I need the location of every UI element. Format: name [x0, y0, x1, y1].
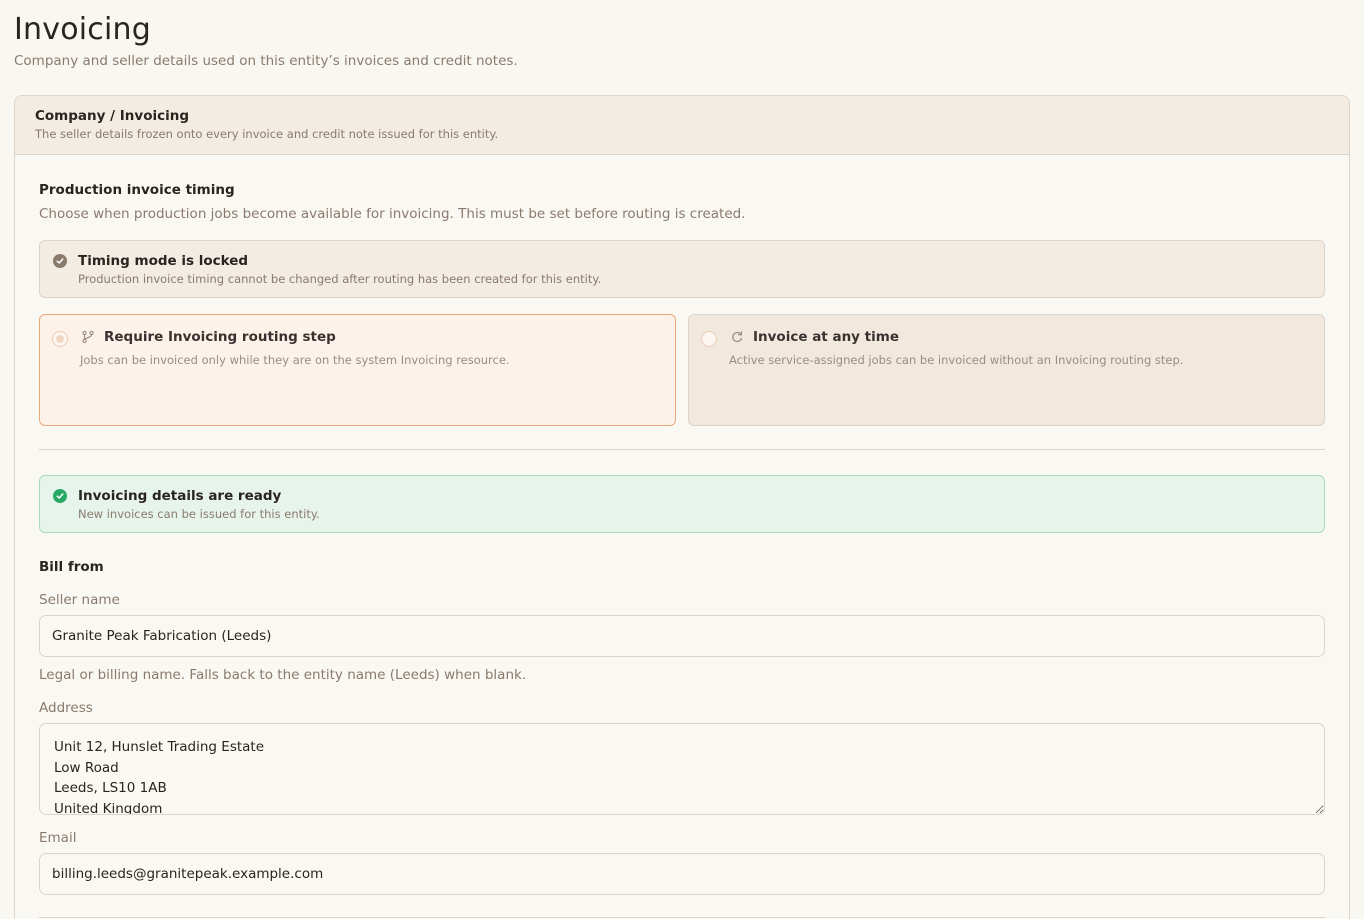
section-divider: [39, 449, 1325, 450]
page-subtitle: Company and seller details used on this …: [14, 53, 518, 69]
branch-icon: [81, 329, 95, 344]
locked-notice-text: Production invoice timing cannot be chan…: [78, 272, 602, 286]
option-invoice-any-time[interactable]: Invoice at any time Active service-assig…: [688, 314, 1325, 426]
page-title: Invoicing: [14, 12, 151, 47]
ready-notice-text: New invoices can be issued for this enti…: [78, 507, 320, 521]
option-title: Require Invoicing routing step: [104, 329, 336, 345]
address-textarea[interactable]: Unit 12, Hunslet Trading Estate Low Road…: [39, 723, 1325, 815]
option-title: Invoice at any time: [753, 329, 899, 345]
bill-from-title: Bill from: [39, 559, 104, 575]
section-divider: [39, 917, 1325, 918]
locked-notice-title: Timing mode is locked: [78, 253, 249, 269]
card-header: Company / Invoicing The seller details f…: [15, 96, 1349, 155]
option-radio[interactable]: [52, 331, 68, 347]
invoicing-page: Invoicing Company and seller details use…: [0, 0, 1364, 919]
address-label: Address: [39, 700, 93, 716]
invoicing-card: Company / Invoicing The seller details f…: [14, 95, 1350, 919]
seller-name-input[interactable]: [39, 615, 1325, 657]
timing-locked-notice: Timing mode is locked Production invoice…: [39, 240, 1325, 298]
email-label: Email: [39, 830, 77, 846]
ready-notice-title: Invoicing details are ready: [78, 488, 282, 504]
option-description: Jobs can be invoiced only while they are…: [80, 353, 510, 367]
option-description: Active service-assigned jobs can be invo…: [729, 353, 1184, 367]
seller-name-help: Legal or billing name. Falls back to the…: [39, 667, 527, 683]
check-circle-icon: [53, 254, 67, 268]
timing-section-description: Choose when production jobs become avail…: [39, 206, 746, 222]
check-circle-icon: [53, 489, 67, 503]
seller-name-label: Seller name: [39, 592, 120, 608]
option-require-invoicing-step[interactable]: Require Invoicing routing step Jobs can …: [39, 314, 676, 426]
refresh-icon: [730, 329, 744, 343]
email-input[interactable]: [39, 853, 1325, 895]
card-subtitle: The seller details frozen onto every inv…: [35, 127, 499, 141]
option-radio[interactable]: [701, 331, 717, 347]
invoicing-ready-notice: Invoicing details are ready New invoices…: [39, 475, 1325, 533]
card-title: Company / Invoicing: [35, 108, 190, 124]
timing-section-title: Production invoice timing: [39, 182, 235, 198]
